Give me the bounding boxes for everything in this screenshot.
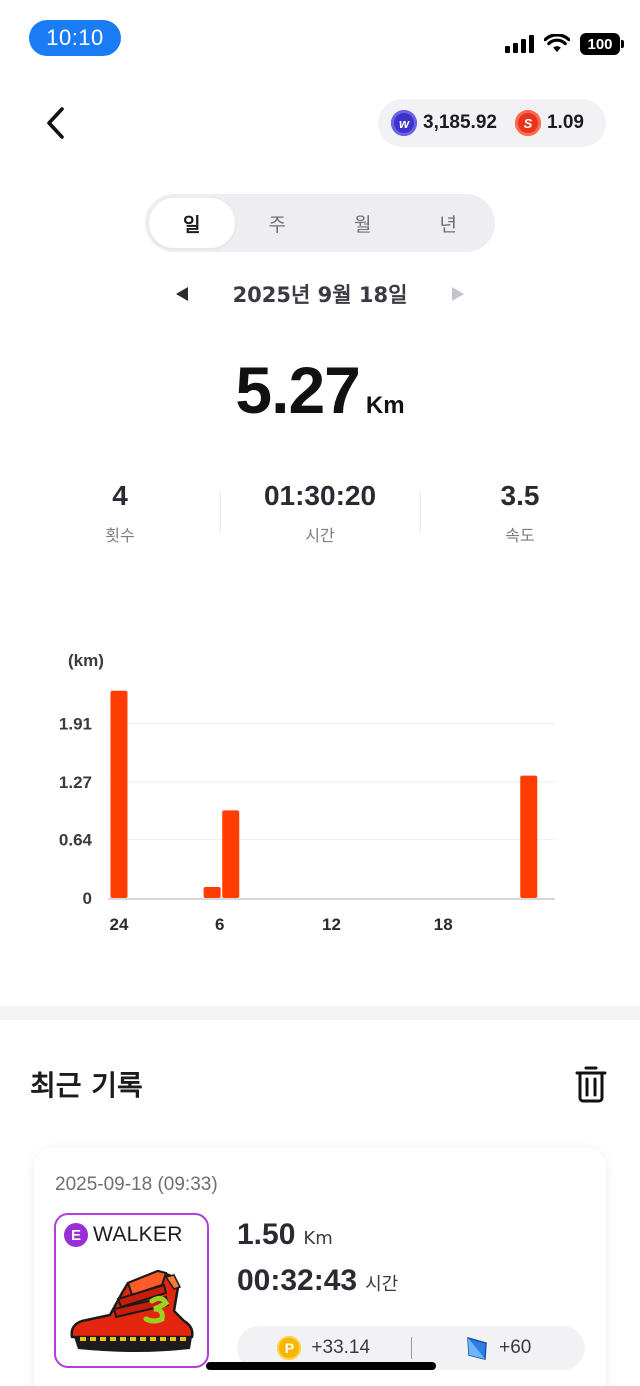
energy-crystal-icon bbox=[467, 1336, 487, 1360]
chart-y-tick-label: 0 bbox=[83, 889, 92, 908]
s-token-icon: S bbox=[514, 110, 541, 136]
record-date: 2025-09-18 (09:33) bbox=[55, 1174, 218, 1195]
battery-icon: 100 bbox=[580, 33, 624, 55]
record-duration-unit: 시간 bbox=[365, 1274, 399, 1295]
stat-time-value: 01:30:20 bbox=[263, 480, 377, 511]
stat-speed-label: 속도 bbox=[505, 526, 535, 545]
chart-x-tick-label: 12 bbox=[322, 915, 341, 934]
walker-token-balance: 3,185.92 bbox=[423, 112, 497, 133]
total-distance-unit: Km bbox=[365, 392, 405, 419]
back-button[interactable] bbox=[36, 100, 76, 146]
wifi-icon bbox=[544, 34, 570, 52]
chart-x-tick-label: 24 bbox=[110, 915, 129, 934]
recent-records-title: 최근 기록 bbox=[30, 1069, 143, 1102]
chart-x-tick-label: 6 bbox=[215, 915, 224, 934]
chart-y-tick-label: 1.27 bbox=[59, 773, 92, 792]
walker-token-icon: w bbox=[391, 110, 417, 136]
chart-x-tick-label: 18 bbox=[434, 915, 453, 934]
chart-bar bbox=[110, 690, 128, 898]
chevron-left-icon bbox=[47, 107, 64, 139]
points-reward: P +33.14 bbox=[237, 1336, 411, 1360]
stat-count-label: 횟수 bbox=[105, 526, 135, 545]
trash-icon bbox=[575, 1066, 607, 1103]
record-duration: 00:32:43 시간 bbox=[237, 1264, 398, 1298]
stat-time: 01:30:20 시간 bbox=[220, 480, 420, 550]
summary-stats: 4 횟수 01:30:20 시간 3.5 속도 bbox=[20, 480, 620, 550]
record-distance-value: 1.50 bbox=[237, 1218, 296, 1251]
record-card[interactable]: 2025-09-18 (09:33) E WALKER 1.50 Km 00:3… bbox=[34, 1148, 606, 1386]
record-distance: 1.50 Km bbox=[237, 1218, 333, 1252]
stat-count: 4 횟수 bbox=[20, 480, 220, 550]
chart-bar bbox=[520, 775, 538, 898]
status-icons: 100 bbox=[505, 33, 624, 55]
grade-badge: E bbox=[64, 1223, 88, 1247]
tab-week[interactable]: 주 bbox=[235, 198, 321, 248]
record-distance-unit: Km bbox=[303, 1228, 333, 1249]
period-tabs: 일 주 월 년 bbox=[145, 194, 495, 252]
stat-speed: 3.5 속도 bbox=[420, 480, 620, 550]
chart-y-tick-label: 0.64 bbox=[59, 831, 93, 850]
shoe-thumbnail[interactable]: E WALKER bbox=[54, 1213, 209, 1368]
chart-bar bbox=[222, 810, 240, 898]
previous-date-icon[interactable] bbox=[176, 287, 188, 301]
status-bar: 10:10 100 bbox=[0, 0, 640, 76]
chart-y-tick-label: 1.91 bbox=[59, 715, 92, 734]
energy-reward: +60 bbox=[412, 1335, 586, 1361]
tab-year[interactable]: 년 bbox=[406, 198, 492, 248]
balance-pill[interactable]: w 3,185.92 S 1.09 bbox=[378, 99, 606, 147]
total-distance: 5.27 Km bbox=[0, 352, 640, 428]
total-distance-value: 5.27 bbox=[235, 353, 360, 427]
cellular-signal-icon bbox=[505, 35, 534, 53]
tab-day[interactable]: 일 bbox=[149, 198, 235, 248]
tab-month[interactable]: 월 bbox=[320, 198, 406, 248]
section-divider bbox=[0, 1006, 640, 1020]
shoe-grade: E WALKER bbox=[64, 1223, 183, 1247]
energy-value: +60 bbox=[499, 1337, 532, 1358]
s-token-balance: 1.09 bbox=[546, 112, 584, 133]
stat-speed-value: 3.5 bbox=[500, 480, 540, 511]
chart-y-axis-label: (km) bbox=[68, 651, 104, 670]
next-date-icon[interactable] bbox=[452, 287, 464, 301]
record-duration-value: 00:32:43 bbox=[237, 1264, 358, 1297]
home-indicator bbox=[206, 1362, 436, 1370]
points-value: +33.14 bbox=[311, 1337, 371, 1358]
delete-button[interactable] bbox=[570, 1062, 612, 1106]
sneaker-icon bbox=[70, 1269, 194, 1352]
shoe-name: WALKER bbox=[93, 1223, 183, 1246]
current-date: 2025년 9월 18일 bbox=[232, 283, 408, 307]
date-navigator: 2025년 9월 18일 bbox=[170, 276, 470, 312]
stat-count-value: 4 bbox=[112, 480, 128, 511]
status-time[interactable]: 10:10 bbox=[29, 20, 121, 56]
distance-bar-chart: (km) 0 0.64 1.27 1.91 24 6 12 18 bbox=[59, 651, 555, 934]
chart-bar bbox=[203, 887, 221, 898]
point-coin-icon: P bbox=[277, 1336, 302, 1360]
stat-time-label: 시간 bbox=[305, 526, 335, 545]
